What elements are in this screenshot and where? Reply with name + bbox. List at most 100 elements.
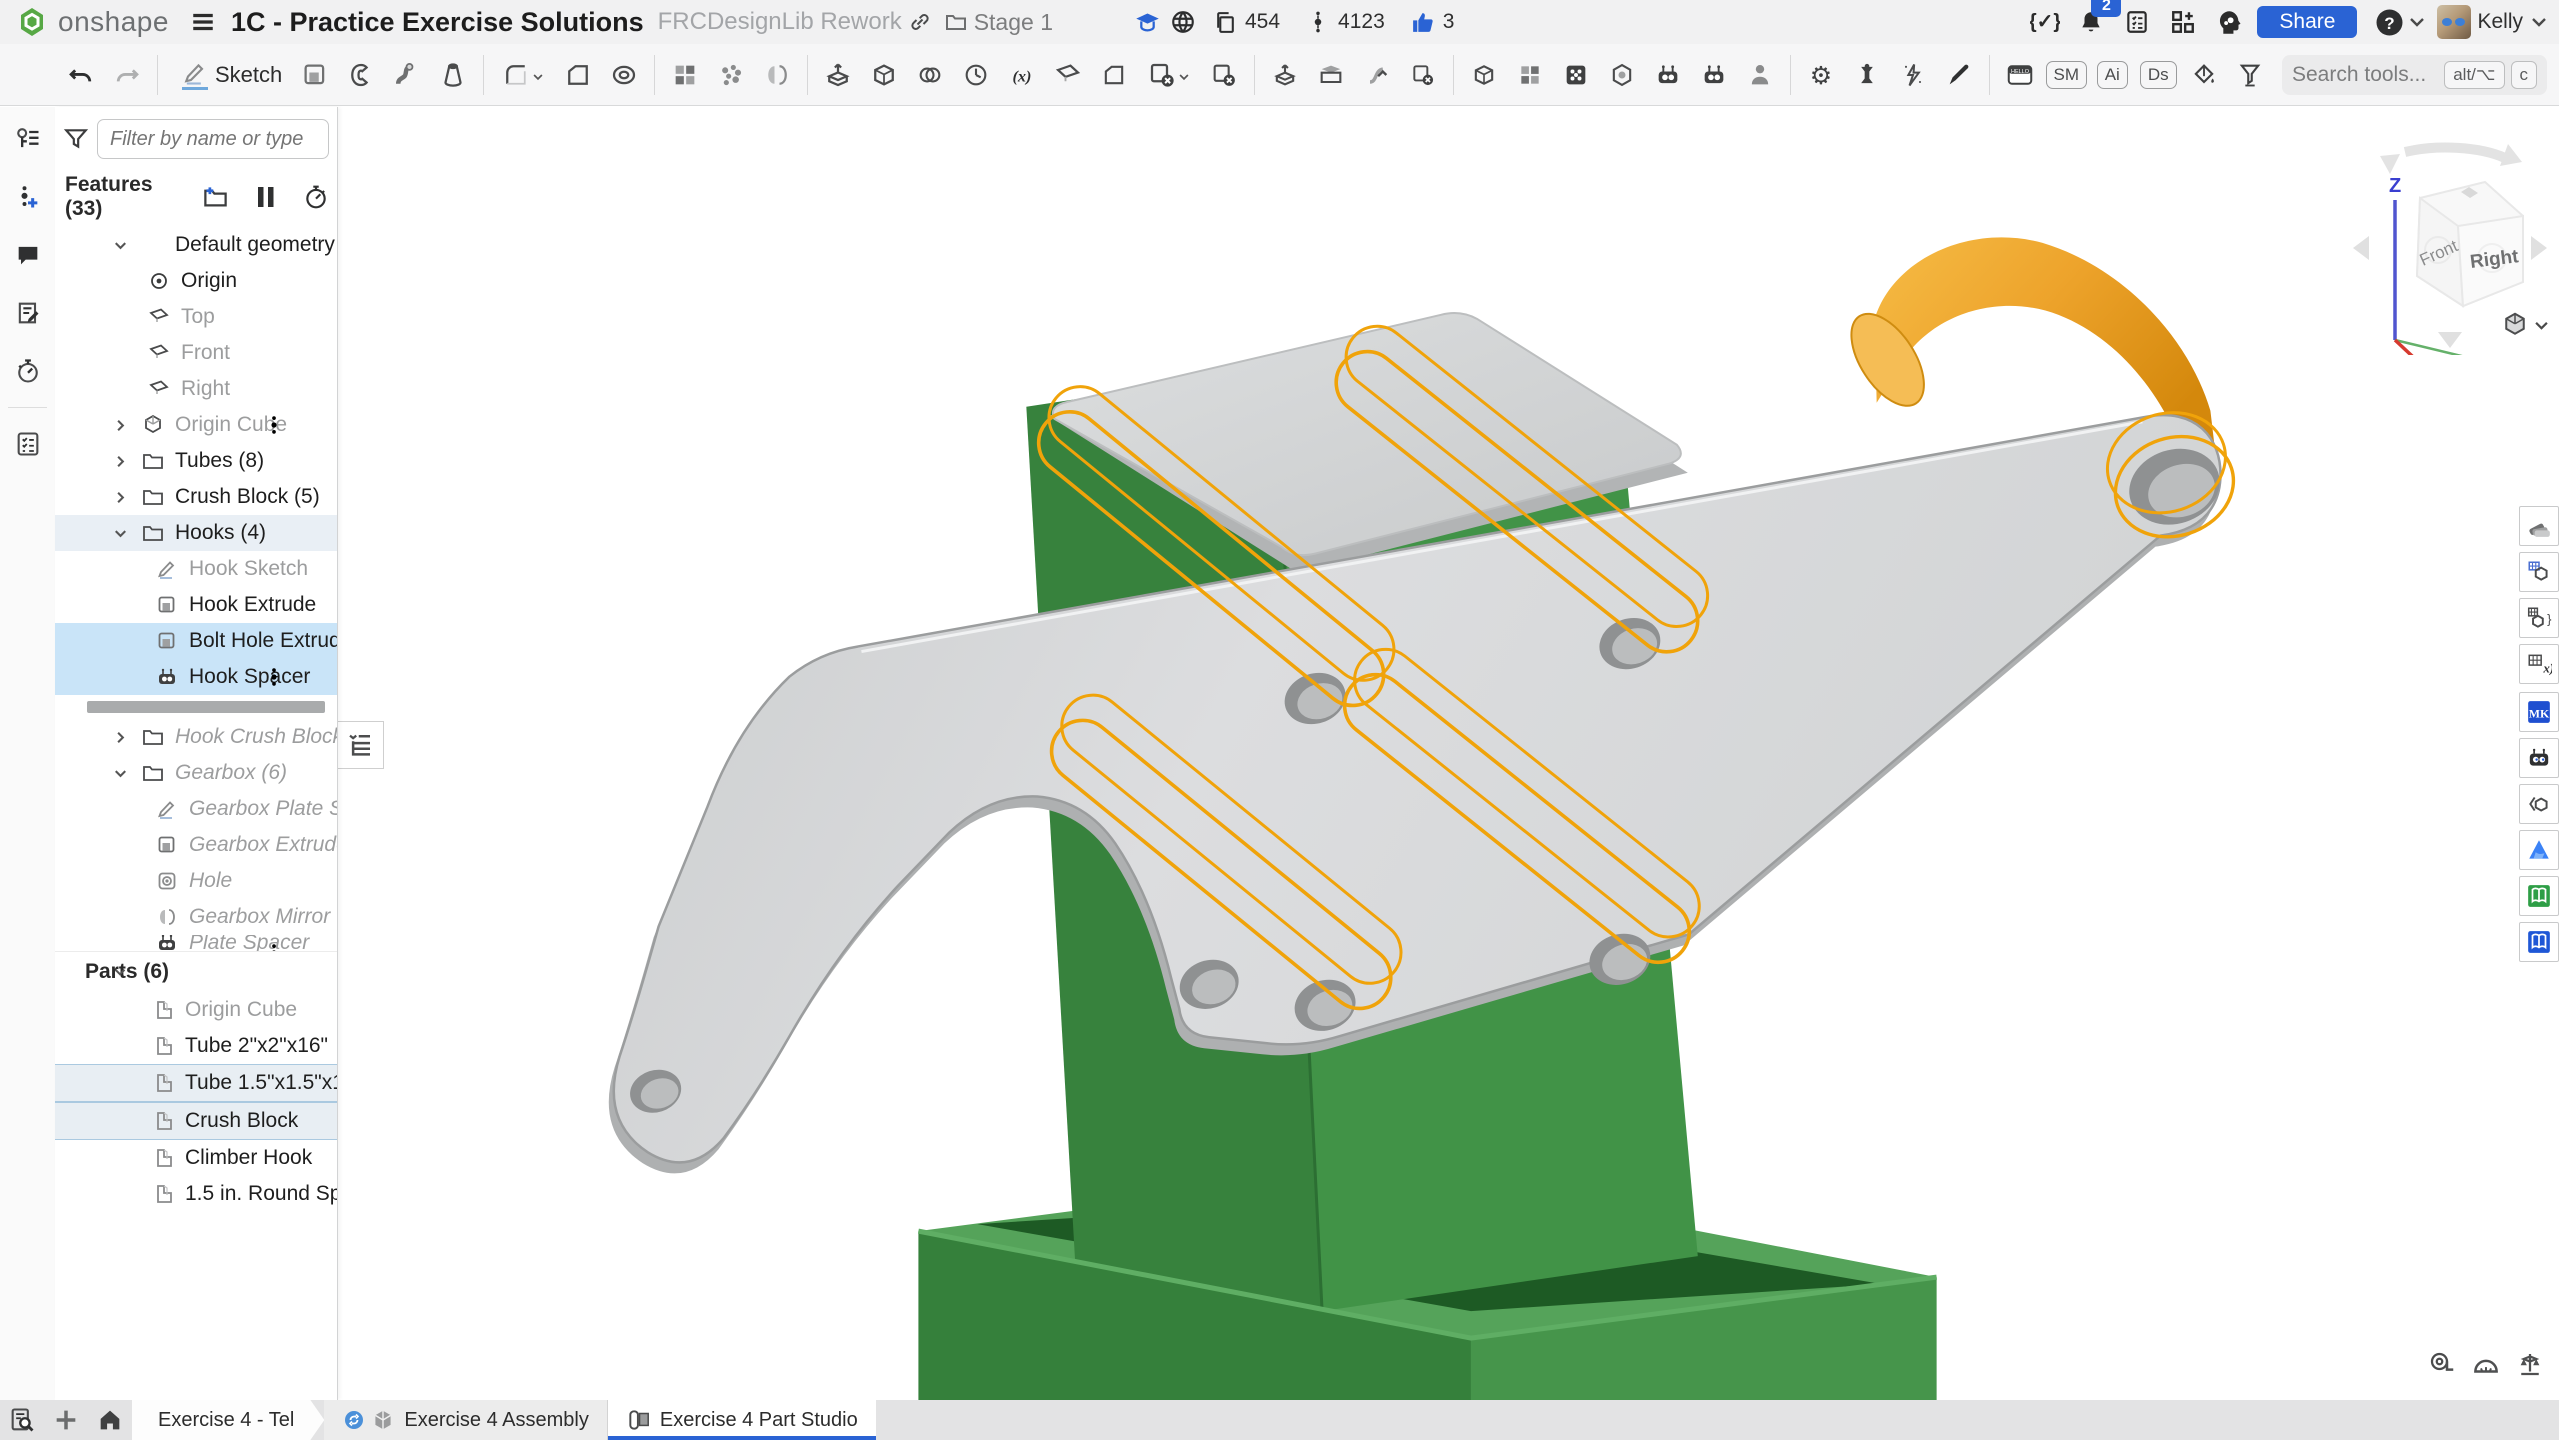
- parts-header[interactable]: Parts (6): [55, 951, 337, 992]
- marker-tool-icon[interactable]: [1936, 49, 1982, 101]
- split-tool-icon[interactable]: [907, 49, 953, 101]
- rollback-bar[interactable]: [87, 701, 325, 713]
- frame-panel-icon[interactable]: }: [2519, 598, 2559, 638]
- feature-row-bolt-hole-extrude[interactable]: Bolt Hole Extrude: [55, 623, 337, 659]
- featurescript-icon[interactable]: {✓}: [2027, 4, 2063, 40]
- regen-performance-icon[interactable]: [303, 184, 329, 210]
- docs-blue-app-icon[interactable]: [2519, 922, 2559, 962]
- performance-icon[interactable]: [0, 345, 55, 397]
- mass-properties-icon[interactable]: [2508, 1344, 2552, 1384]
- alphacad-app-icon[interactable]: [2519, 830, 2559, 870]
- chevron-right-icon[interactable]: [111, 488, 130, 507]
- feature-row-top[interactable]: Top: [55, 299, 337, 335]
- sheet-metal-app-icon[interactable]: SM: [2043, 49, 2089, 101]
- filter-tool-icon[interactable]: [2227, 49, 2273, 101]
- ai-app-icon[interactable]: Ai: [2089, 49, 2135, 101]
- fillet-tool-icon[interactable]: [491, 49, 555, 101]
- create-version-icon[interactable]: [0, 171, 55, 223]
- feature-row-gearbox-mirror[interactable]: Gearbox Mirror: [55, 899, 337, 935]
- filter-input[interactable]: [97, 119, 329, 159]
- user-avatar[interactable]: [2437, 5, 2471, 39]
- helix-tool-icon[interactable]: [953, 49, 999, 101]
- delete-face-tool-icon[interactable]: [1137, 49, 1201, 101]
- notifications-bell-icon[interactable]: 2: [2073, 4, 2109, 40]
- mkcad-app-icon[interactable]: MK: [2519, 692, 2559, 732]
- view-options-button[interactable]: [2492, 306, 2556, 344]
- feature-row-tubes-8[interactable]: Tubes (8): [55, 443, 337, 479]
- report-list-icon[interactable]: [2119, 4, 2155, 40]
- hole-tool-icon[interactable]: [601, 49, 647, 101]
- featurescripts-app-icon[interactable]: [2519, 738, 2559, 778]
- surface-tool-icon[interactable]: [1091, 49, 1137, 101]
- undo-button[interactable]: [58, 49, 104, 101]
- protractor-icon[interactable]: [2464, 1344, 2508, 1384]
- pattern-table-icon[interactable]: [1507, 49, 1553, 101]
- copies-icon[interactable]: [1207, 4, 1243, 40]
- feature-row-origin-cube[interactable]: Origin Cube: [55, 407, 337, 443]
- user-caret-icon[interactable]: [2527, 4, 2551, 40]
- primitive-cube-icon[interactable]: [1461, 49, 1507, 101]
- feature-row-hole[interactable]: Hole: [55, 863, 337, 899]
- boolean-tool-icon[interactable]: [861, 49, 907, 101]
- new-tab-button[interactable]: [44, 1400, 88, 1440]
- feature-row-hook-spacer[interactable]: Hook Spacer: [55, 659, 337, 695]
- revolve-tool-icon[interactable]: [338, 49, 384, 101]
- link-icon[interactable]: [902, 4, 938, 40]
- search-tools-field[interactable]: Search tools... alt/⌥ c: [2282, 55, 2547, 95]
- feature-row-default-geometry[interactable]: Default geometry: [55, 227, 337, 263]
- workspace-folder-icon[interactable]: [938, 4, 974, 40]
- part-export-app-icon[interactable]: [2519, 784, 2559, 824]
- feature-row-right[interactable]: Right: [55, 371, 337, 407]
- document-outline-icon[interactable]: [0, 113, 55, 165]
- chevron-down-icon[interactable]: [111, 764, 130, 783]
- main-menu-icon[interactable]: [185, 4, 221, 40]
- part-row-tube-2-x2-x16[interactable]: Tube 2"x2"x16": [55, 1028, 337, 1064]
- feature-row-origin[interactable]: Origin: [55, 263, 337, 299]
- chevron-down-icon[interactable]: [111, 524, 130, 543]
- appearance-bucket-icon[interactable]: [2181, 49, 2227, 101]
- feature-row-hook-sketch[interactable]: Hook Sketch: [55, 551, 337, 587]
- feature-row-crush-block-5[interactable]: Crush Block (5): [55, 479, 337, 515]
- redo-button[interactable]: [104, 49, 150, 101]
- variable-tool-icon[interactable]: (x): [999, 49, 1045, 101]
- apps-grid-icon[interactable]: [2165, 4, 2201, 40]
- spark-tool-icon[interactable]: [1890, 49, 1936, 101]
- body-tool-icon[interactable]: [1737, 49, 1783, 101]
- sweep-tool-icon[interactable]: [384, 49, 430, 101]
- mirror-tool-icon[interactable]: [754, 49, 800, 101]
- extrude-tool-icon[interactable]: [292, 49, 338, 101]
- chevron-right-icon[interactable]: [111, 416, 130, 435]
- ds-app-icon[interactable]: Ds: [2135, 49, 2181, 101]
- mate-connector-tool-icon[interactable]: [1844, 49, 1890, 101]
- feature-row-hook-crush-block-3[interactable]: Hook Crush Block (3): [55, 719, 337, 755]
- loft-tool-icon[interactable]: [430, 49, 476, 101]
- help-icon[interactable]: ?: [2371, 4, 2407, 40]
- learning-center-icon[interactable]: [1129, 4, 1165, 40]
- versions-icon[interactable]: [1300, 4, 1336, 40]
- help-caret-icon[interactable]: [2407, 4, 2427, 40]
- feature-row-hook-extrude[interactable]: Hook Extrude: [55, 587, 337, 623]
- gear-tool-icon[interactable]: ⚙: [1798, 49, 1844, 101]
- tasks-checklist-icon[interactable]: [0, 418, 55, 470]
- featurescript-tool-2-icon[interactable]: [1691, 49, 1737, 101]
- part-row-origin-cube[interactable]: Origin Cube: [55, 992, 337, 1028]
- feature-row-gearbox-plate-sketch[interactable]: Gearbox Plate Sketch: [55, 791, 337, 827]
- ai-advisor-icon[interactable]: [2211, 4, 2247, 40]
- add-folder-icon[interactable]: [202, 184, 229, 211]
- part-row-climber-hook[interactable]: Climber Hook: [55, 1140, 337, 1176]
- transform-tool-icon[interactable]: [815, 49, 861, 101]
- featurescript-tool-1-icon[interactable]: [1645, 49, 1691, 101]
- variables-panel-icon[interactable]: x): [2519, 644, 2559, 684]
- 3d-viewport-canvas[interactable]: [337, 107, 2559, 1400]
- drag-handle-icon[interactable]: [263, 942, 285, 951]
- comments-icon[interactable]: [0, 229, 55, 281]
- sketch-button[interactable]: Sketch: [165, 49, 292, 101]
- like-icon[interactable]: [1405, 4, 1441, 40]
- import-tool-icon[interactable]: [1262, 49, 1308, 101]
- export-tool-icon[interactable]: [1308, 49, 1354, 101]
- modify-fillet-tool-icon[interactable]: [1354, 49, 1400, 101]
- find-in-document-icon[interactable]: [0, 1400, 44, 1440]
- circular-pattern-icon[interactable]: [708, 49, 754, 101]
- tab-exercise-4-tel[interactable]: Exercise 4 - Tel: [132, 1400, 324, 1440]
- document-title[interactable]: 1C - Practice Exercise Solutions: [231, 7, 644, 38]
